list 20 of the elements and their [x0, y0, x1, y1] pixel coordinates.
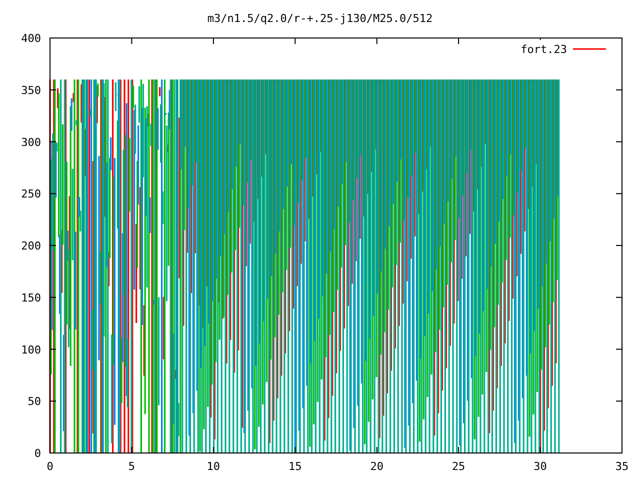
- y-tick-label: 100: [21, 343, 41, 356]
- x-tick-label: 35: [615, 460, 629, 473]
- x-tick-label: 5: [128, 460, 136, 473]
- y-tick-label: 400: [21, 32, 41, 45]
- chart-title: m3/n1.5/q2.0/r-+.25-j130/M25.0/512: [207, 12, 433, 25]
- y-tick-label: 200: [21, 240, 41, 252]
- x-tick-label: 10: [206, 460, 220, 473]
- y-tick-label: 0: [34, 447, 41, 460]
- x-tick-label: 20: [370, 460, 384, 473]
- y-tick-label: 250: [21, 188, 41, 201]
- x-tick-label: 0: [46, 460, 54, 473]
- legend-line-sample: [573, 48, 606, 50]
- y-tick-label: 300: [21, 136, 41, 149]
- y-tick-label: 350: [21, 84, 41, 97]
- y-tick-label: 150: [21, 291, 41, 304]
- y-tick-label: 50: [28, 395, 41, 408]
- x-tick-label: 15: [288, 460, 302, 473]
- x-tick-label: 25: [452, 460, 466, 473]
- legend-label: fort.23: [520, 43, 567, 56]
- x-tick-label: 30: [534, 460, 547, 473]
